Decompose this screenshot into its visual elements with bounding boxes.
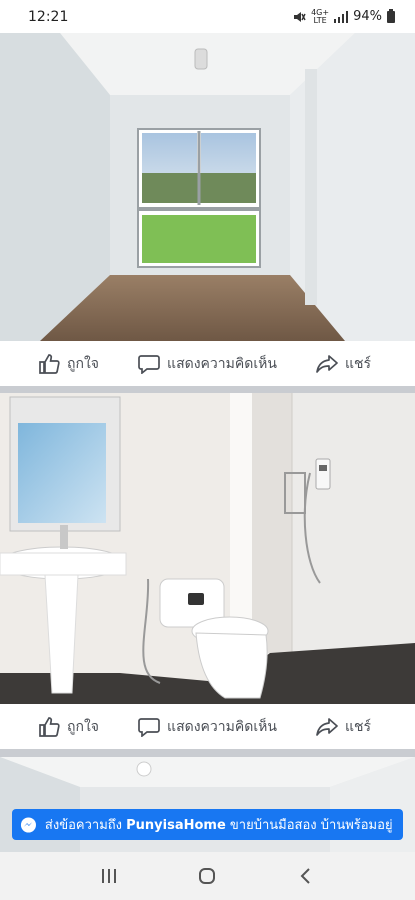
- home-icon: [199, 868, 216, 884]
- share-icon: [316, 354, 338, 373]
- messenger-icon: [20, 816, 36, 833]
- comment-icon: [138, 354, 160, 374]
- like-label: ถูกใจ: [67, 718, 99, 735]
- signal-icon: [334, 10, 349, 23]
- system-nav-bar: [0, 852, 415, 900]
- comment-button[interactable]: แสดงความคิดเห็น: [138, 353, 277, 375]
- comment-label: แสดงความคิดเห็น: [167, 718, 277, 735]
- post-photo-room[interactable]: [0, 33, 415, 341]
- battery-icon: [387, 8, 395, 23]
- like-icon: [39, 716, 60, 737]
- comment-button[interactable]: แสดงความคิดเห็น: [138, 716, 277, 738]
- battery-percent: 94%: [353, 9, 382, 24]
- like-button[interactable]: ถูกใจ: [38, 716, 99, 738]
- like-button[interactable]: ถูกใจ: [38, 353, 99, 375]
- post-actions-2: ถูกใจ แสดงความคิดเห็น แชร์: [0, 704, 415, 749]
- recent-apps-button[interactable]: [89, 856, 129, 896]
- share-label: แชร์: [344, 718, 371, 735]
- back-icon: [300, 868, 310, 884]
- comment-label: แสดงความคิดเห็น: [167, 355, 277, 372]
- share-label: แชร์: [344, 355, 371, 372]
- home-button[interactable]: [187, 856, 227, 896]
- send-message-bar[interactable]: ส่งข้อความถึง PunyisaHome ขายบ้านมือสอง …: [12, 809, 403, 840]
- share-button[interactable]: แชร์: [316, 353, 371, 375]
- like-icon: [39, 353, 60, 374]
- back-button[interactable]: [286, 856, 326, 896]
- post-photo-bathroom[interactable]: [0, 393, 415, 704]
- share-button[interactable]: แชร์: [316, 716, 371, 738]
- status-time: 12:21: [28, 8, 69, 25]
- post-actions-1: ถูกใจ แสดงความคิดเห็น แชร์: [0, 341, 415, 386]
- comment-icon: [138, 717, 160, 737]
- status-icons: 4G+ LTE 94%: [292, 7, 395, 25]
- network-indicator: 4G+ LTE: [311, 7, 330, 25]
- like-label: ถูกใจ: [67, 355, 99, 372]
- mute-icon: [294, 11, 306, 22]
- send-message-text: ส่งข้อความถึง PunyisaHome ขายบ้านมือสอง …: [44, 818, 395, 833]
- recent-apps-icon: [102, 869, 117, 883]
- status-bar: 12:21 4G+ LTE 94%: [0, 0, 415, 33]
- share-icon: [316, 717, 338, 736]
